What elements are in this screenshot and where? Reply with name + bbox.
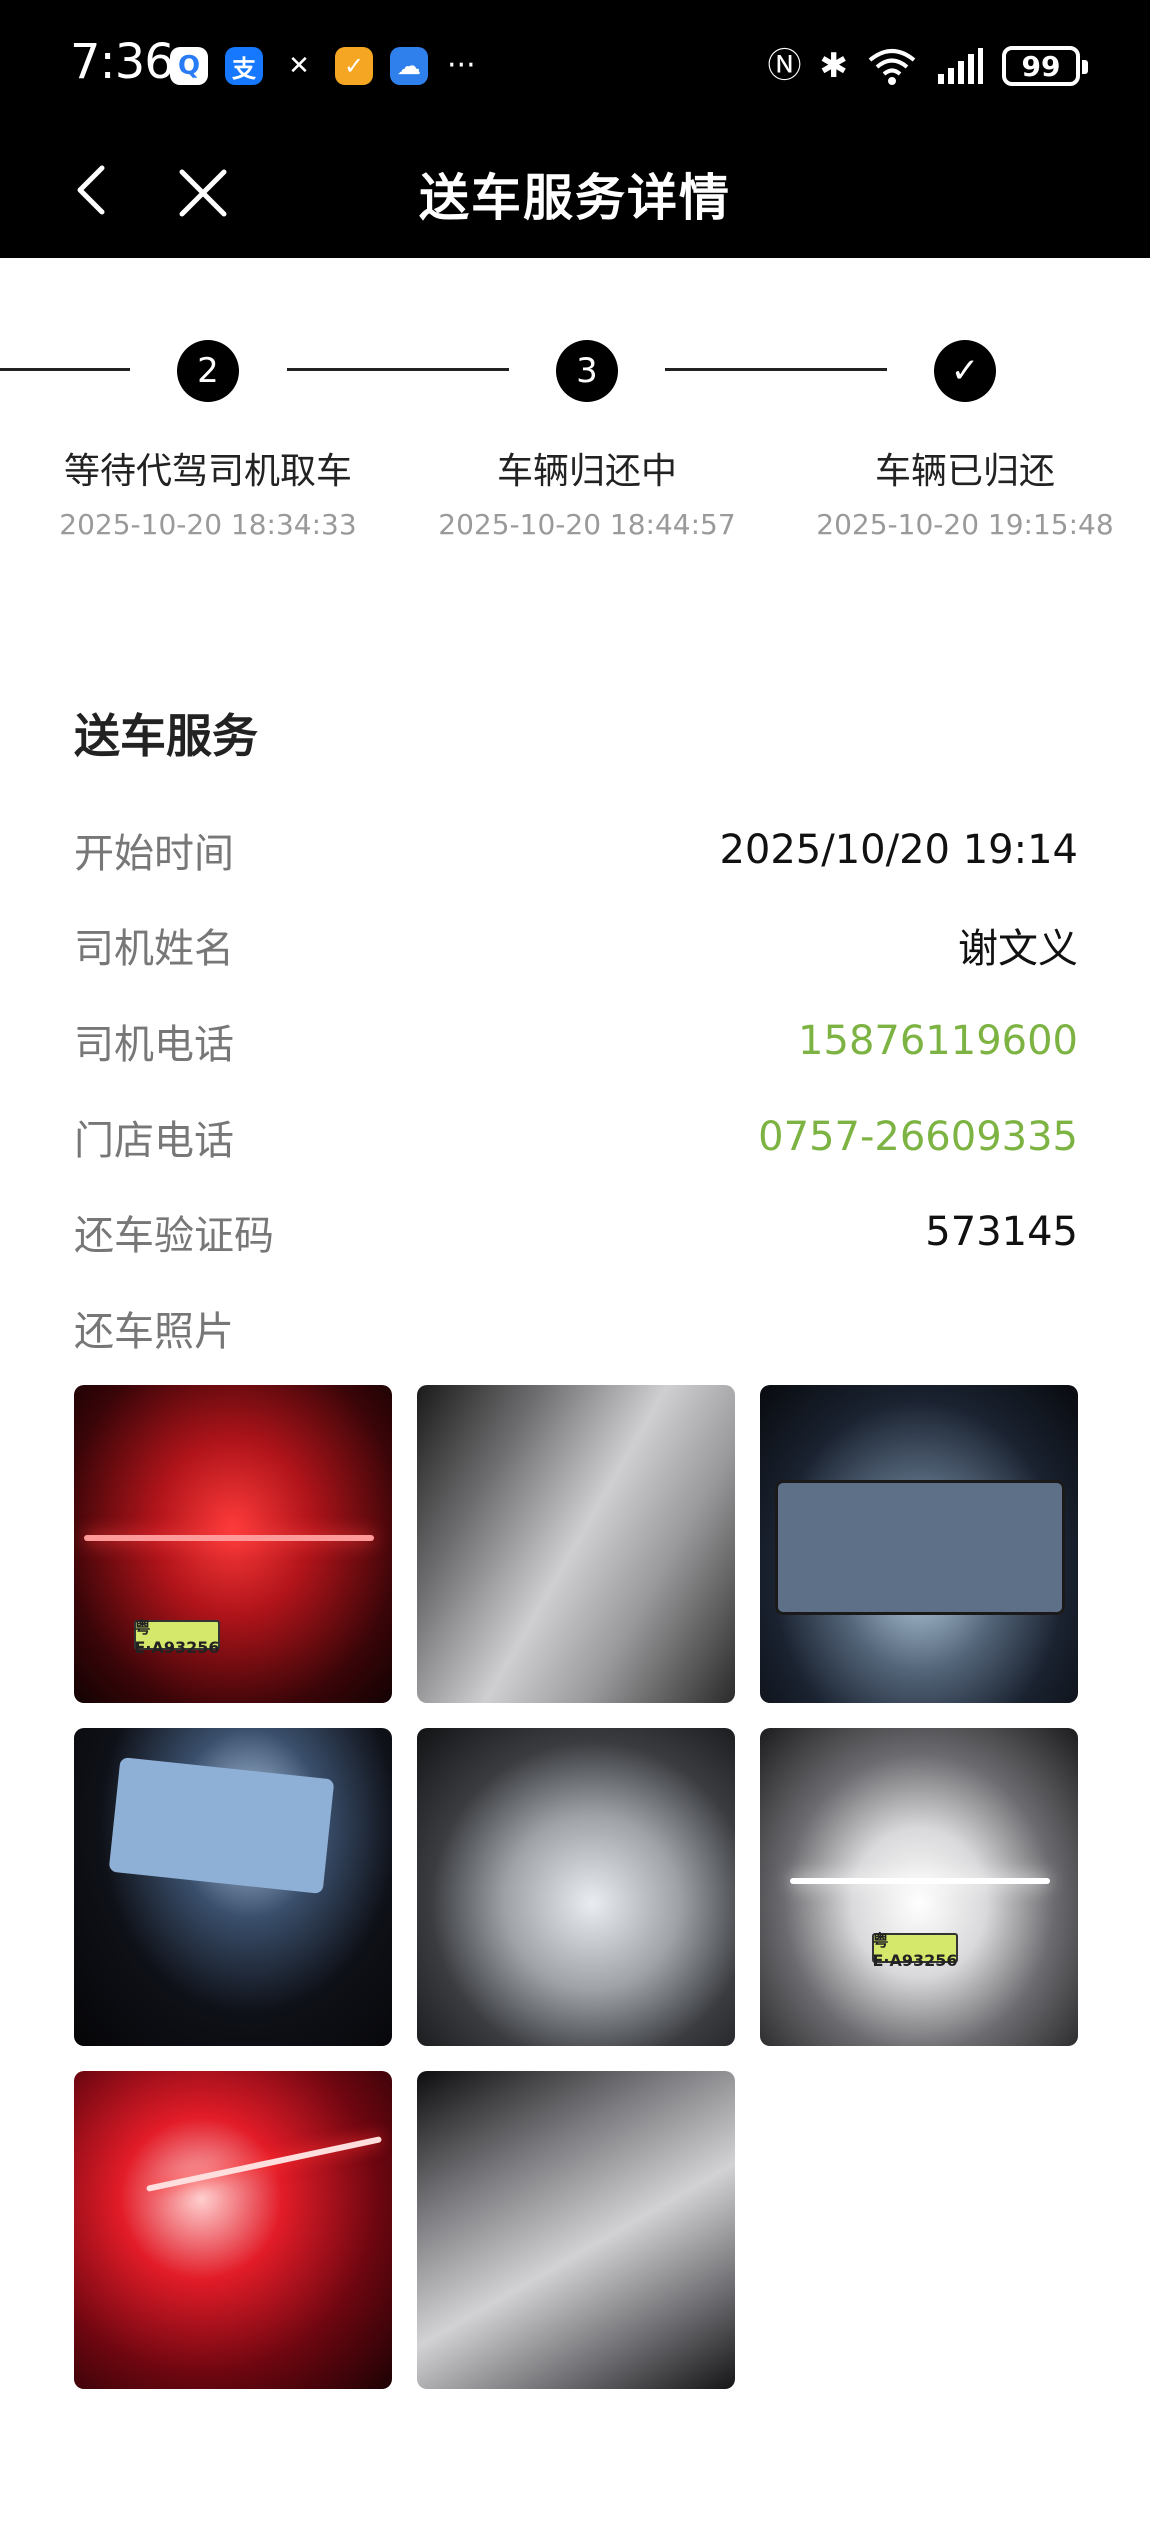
step-marker-check-icon: ✓ <box>934 340 996 402</box>
start-time-value: 2025/10/20 19:14 <box>719 827 1078 873</box>
step-time: 2025-10-20 18:34:33 <box>59 508 357 541</box>
info-row-driver-phone: 司机电话 15876119600 <box>74 1006 1078 1076</box>
nfc-icon: Ⓝ <box>767 46 802 86</box>
more-notifications-icon: ··· <box>447 48 476 83</box>
return-photo-thumbnail[interactable] <box>417 1728 735 2046</box>
taobao-flash-icon: ✓ <box>335 47 373 85</box>
store-phone-link[interactable]: 0757-26609335 <box>758 1114 1078 1160</box>
return-photo-thumbnail[interactable] <box>417 1385 735 1703</box>
row-label: 司机姓名 <box>74 926 234 972</box>
return-photo-thumbnail[interactable] <box>74 1728 392 2046</box>
page-title: 送车服务详情 <box>419 169 731 227</box>
status-bar: 7:36 Q 支 ✕ ✓ ☁ ··· Ⓝ ✱ 99 <box>0 0 1150 128</box>
progress-connector <box>0 368 130 371</box>
qq-browser-icon: Q <box>170 47 208 85</box>
step-label: 等待代驾司机取车 <box>63 451 352 492</box>
progress-connector <box>287 368 509 371</box>
info-row-driver-name: 司机姓名 谢文义 <box>74 910 1078 980</box>
step-marker: 2 <box>177 340 239 402</box>
verification-code-value: 573145 <box>925 1209 1078 1255</box>
photo-detail <box>84 1535 374 1541</box>
battery-indicator: 99 <box>1002 46 1088 86</box>
signal-icon <box>938 48 983 84</box>
info-row-photos: 还车照片 <box>74 1293 1078 1363</box>
return-photo-thumbnail[interactable]: 粤E·A93256 <box>74 1385 392 1703</box>
row-label: 司机电话 <box>74 1022 234 1068</box>
return-photo-thumbnail[interactable] <box>760 1385 1078 1703</box>
navigation-bar: 送车服务详情 <box>0 128 1150 258</box>
info-row-verification-code: 还车验证码 573145 <box>74 1197 1078 1267</box>
license-plate: 粤E·A93256 <box>134 1617 220 1657</box>
progress-tracker: 2 等待代驾司机取车 2025-10-20 18:34:33 3 车辆归还中 2… <box>0 258 1150 558</box>
photo-detail <box>790 1878 1050 1884</box>
row-label: 还车照片 <box>74 1309 234 1355</box>
step-time: 2025-10-20 18:44:57 <box>438 508 736 541</box>
dida-icon: ✕ <box>280 47 318 85</box>
alipay-icon: 支 <box>225 47 263 85</box>
system-icons: Ⓝ ✱ 99 <box>767 44 1088 88</box>
notification-icons: Q 支 ✕ ✓ ☁ ··· <box>170 47 476 85</box>
step-time: 2025-10-20 19:15:48 <box>816 508 1114 541</box>
return-photo-thumbnail[interactable] <box>417 2071 735 2389</box>
photo-detail <box>108 1757 335 1894</box>
info-row-start-time: 开始时间 2025/10/20 19:14 <box>74 815 1078 885</box>
step-label: 车辆已归还 <box>874 451 1055 492</box>
wifi-icon <box>868 49 916 85</box>
license-plate: 粤E·A93256 <box>872 1930 958 1970</box>
photo-detail <box>145 2136 383 2192</box>
weather-icon: ☁ <box>390 47 428 85</box>
step-label: 车辆归还中 <box>496 451 677 492</box>
row-label: 门店电话 <box>74 1118 234 1164</box>
return-photo-thumbnail[interactable] <box>74 2071 392 2389</box>
row-label: 还车验证码 <box>74 1213 274 1259</box>
row-label: 开始时间 <box>74 831 234 877</box>
driver-name-value: 谢文义 <box>958 926 1078 972</box>
clock: 7:36 <box>70 34 175 90</box>
progress-connector <box>665 368 887 371</box>
step-marker: 3 <box>556 340 618 402</box>
info-row-store-phone: 门店电话 0757-26609335 <box>74 1102 1078 1172</box>
return-photo-thumbnail[interactable]: 粤E·A93256 <box>760 1728 1078 2046</box>
driver-phone-link[interactable]: 15876119600 <box>798 1018 1078 1064</box>
photo-detail <box>775 1480 1065 1615</box>
bluetooth-icon: ✱ <box>819 46 849 86</box>
section-title: 送车服务 <box>74 709 258 763</box>
